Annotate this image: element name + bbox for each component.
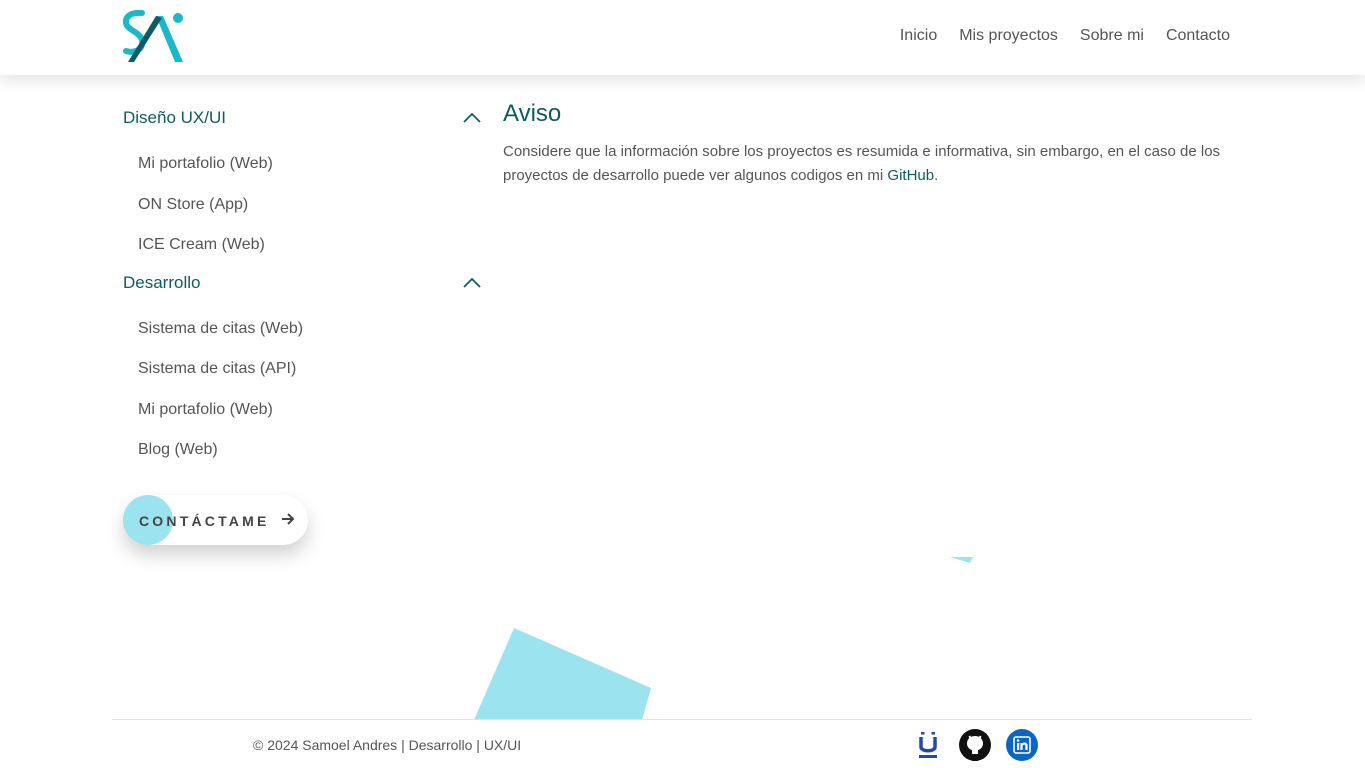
- list-item[interactable]: ON Store (App): [138, 185, 485, 226]
- notice-section: Aviso Considere que la información sobre…: [503, 100, 1243, 188]
- contact-button[interactable]: CONTÁCTAME: [123, 495, 308, 545]
- footer-copyright: © 2024 Samoel Andres | Desarrollo | UX/U…: [253, 737, 522, 753]
- github-link[interactable]: GitHub: [887, 167, 934, 184]
- nav-link-sobre-mi[interactable]: Sobre mi: [1080, 27, 1144, 45]
- chevron-up-icon[interactable]: [462, 111, 482, 125]
- nav-link-inicio[interactable]: Inicio: [900, 27, 937, 45]
- list-item[interactable]: Blog (Web): [138, 430, 485, 471]
- list-item[interactable]: ICE Cream (Web): [138, 225, 485, 266]
- list-item[interactable]: Mi portafolio (Web): [138, 144, 485, 185]
- section-toggle-ux-ui[interactable]: Diseño UX/UI: [123, 100, 485, 136]
- chevron-up-icon[interactable]: [462, 276, 482, 290]
- list-item[interactable]: Sistema de citas (API): [138, 349, 485, 390]
- u-icon[interactable]: [911, 728, 945, 762]
- notice-text: Considere que la información sobre los p…: [503, 140, 1243, 188]
- list-item[interactable]: Mi portafolio (Web): [138, 390, 485, 431]
- projects-sidebar: Diseño UX/UI Mi portafolio (Web) ON Stor…: [123, 100, 485, 471]
- ux-ui-list: Mi portafolio (Web) ON Store (App) ICE C…: [123, 136, 485, 266]
- notice-text-body: Considere que la información sobre los p…: [503, 143, 1221, 184]
- section-title-ux-ui: Diseño UX/UI: [123, 108, 226, 127]
- linkedin-icon[interactable]: [1005, 728, 1039, 762]
- github-icon[interactable]: [958, 728, 992, 762]
- section-toggle-desarrollo[interactable]: Desarrollo: [123, 265, 485, 301]
- site-header: Inicio Mis proyectos Sobre mi Contacto: [0, 0, 1365, 75]
- arrow-right-icon: [282, 513, 295, 525]
- deco-quad-large: [474, 628, 651, 720]
- nav-link-contacto[interactable]: Contacto: [1166, 27, 1230, 45]
- nav-link-mis-proyectos[interactable]: Mis proyectos: [959, 27, 1058, 45]
- desarrollo-list: Sistema de citas (Web) Sistema de citas …: [123, 301, 485, 471]
- main-nav: Inicio Mis proyectos Sobre mi Contacto: [900, 27, 1230, 45]
- notice-heading: Aviso: [503, 100, 562, 127]
- contact-button-label: CONTÁCTAME: [139, 513, 270, 529]
- footer-divider: [112, 719, 1252, 720]
- notice-text-end: .: [934, 167, 939, 184]
- deco-triangle-small: [950, 557, 973, 563]
- list-item[interactable]: Sistema de citas (Web): [138, 309, 485, 350]
- logo-icon[interactable]: [122, 10, 186, 66]
- section-title-desarrollo: Desarrollo: [123, 272, 201, 292]
